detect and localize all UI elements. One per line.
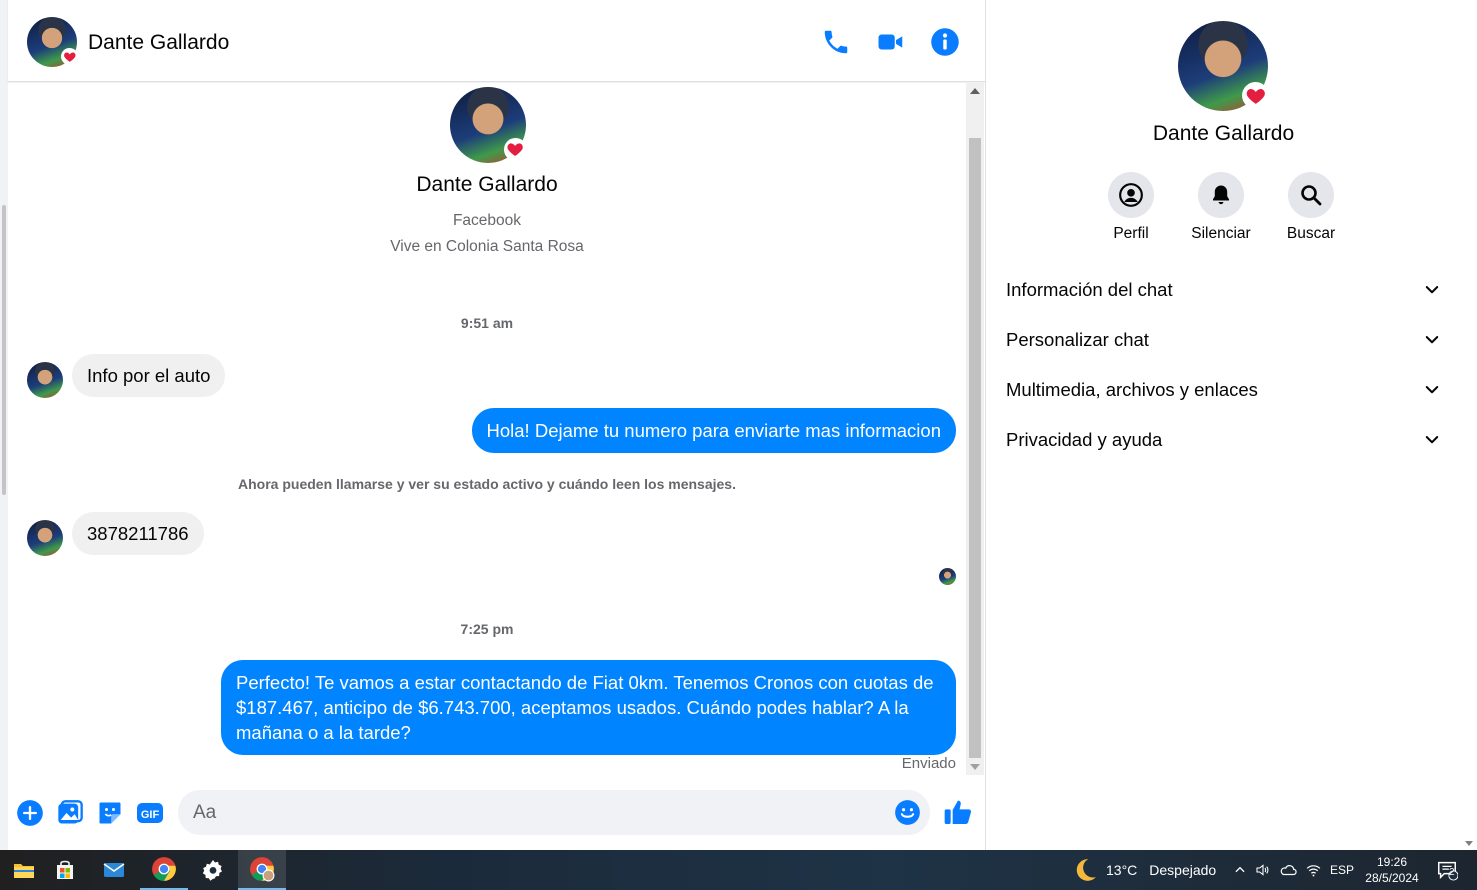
profile-label: Perfil <box>1113 225 1149 242</box>
network-wifi-icon[interactable] <box>1302 850 1324 890</box>
scroll-up-arrow-icon[interactable] <box>970 88 980 94</box>
message-scrollbar[interactable] <box>966 83 984 775</box>
chevron-down-icon <box>1425 336 1439 344</box>
chevron-down-icon <box>1425 436 1439 444</box>
svg-text:GIF: GIF <box>141 809 160 821</box>
section-privacy-help[interactable]: Privacidad y ayuda <box>1006 420 1441 460</box>
weather-desc: Despejado <box>1149 862 1217 878</box>
moon-icon <box>1076 859 1096 881</box>
info-icon[interactable] <box>930 27 960 57</box>
add-more-icon[interactable] <box>16 799 44 827</box>
volume-icon[interactable] <box>1253 850 1273 890</box>
profile-button[interactable]: Perfil <box>1086 172 1176 243</box>
onedrive-icon[interactable] <box>1277 850 1299 890</box>
section-title: Información del chat <box>1006 279 1173 300</box>
sender-avatar[interactable] <box>27 520 63 556</box>
clock-date: 28/5/2024 <box>1365 871 1419 885</box>
input-language[interactable]: ESP <box>1326 850 1358 890</box>
left-scroll-thumb[interactable] <box>2 205 6 495</box>
emoji-icon[interactable] <box>894 799 921 826</box>
sticker-icon[interactable] <box>96 799 124 827</box>
chevron-down-icon <box>1425 286 1439 294</box>
chat-header: Dante Gallardo <box>8 0 985 82</box>
section-title: Personalizar chat <box>1006 329 1149 350</box>
profile-location: Vive en Colonia Santa Rosa <box>390 238 584 255</box>
microsoft-store-icon[interactable] <box>41 850 89 890</box>
section-title: Privacidad y ayuda <box>1006 429 1163 450</box>
scroll-thumb[interactable] <box>969 138 981 758</box>
profile-icon <box>1119 183 1143 207</box>
sender-avatar[interactable] <box>27 362 63 398</box>
notification-center-icon[interactable]: 2 <box>1432 850 1462 890</box>
contact-avatar[interactable] <box>27 17 78 67</box>
page-scrollbar[interactable] <box>1461 0 1477 850</box>
contact-name[interactable]: Dante Gallardo <box>88 31 229 55</box>
sent-status: Enviado <box>901 755 956 772</box>
thumbs-up-icon[interactable] <box>942 796 974 828</box>
profile-avatar[interactable] <box>450 87 527 163</box>
heart-badge-icon <box>1242 82 1269 109</box>
chat-info-panel: Dante Gallardo Perfil Silenciar Buscar I… <box>986 0 1461 850</box>
mail-icon[interactable] <box>90 850 138 890</box>
timestamp: 7:25 pm <box>460 621 514 637</box>
video-call-icon[interactable] <box>876 27 906 57</box>
section-chat-info[interactable]: Información del chat <box>1006 270 1441 310</box>
show-hidden-icons-icon[interactable] <box>1230 850 1250 890</box>
seen-indicator-avatar <box>939 568 956 585</box>
settings-icon[interactable] <box>189 850 237 890</box>
search-icon <box>1301 185 1322 206</box>
taskbar: 13°C Despejado ESP 19:26 28/5/2024 2 <box>0 850 1477 890</box>
mute-label: Silenciar <box>1191 225 1251 242</box>
chrome-icon[interactable] <box>140 850 188 890</box>
mute-button[interactable]: Silenciar <box>1176 172 1266 243</box>
phone-call-icon[interactable] <box>821 27 851 57</box>
info-avatar[interactable] <box>1178 21 1269 111</box>
clock[interactable]: 19:26 28/5/2024 <box>1360 854 1424 886</box>
outgoing-message[interactable]: Hola! Dejame tu numero para enviarte mas… <box>471 408 956 453</box>
chrome-profile-icon[interactable] <box>238 850 286 890</box>
notification-count: 2 <box>1449 867 1455 878</box>
profile-name: Dante Gallardo <box>416 173 558 196</box>
info-name: Dante Gallardo <box>1152 122 1295 145</box>
heart-badge-icon <box>504 138 527 161</box>
incoming-message[interactable]: Info por el auto <box>72 354 226 397</box>
search-button[interactable]: Buscar <box>1266 172 1356 243</box>
messenger-window: Dante Gallardo Dante Gallardo Facebook V… <box>0 0 1477 890</box>
weather-temp: 13°C <box>1106 862 1138 878</box>
search-label: Buscar <box>1286 225 1336 242</box>
chevron-down-icon <box>1425 386 1439 394</box>
section-title: Multimedia, archivos y enlaces <box>1006 379 1258 400</box>
timestamp: 9:51 am <box>460 315 514 331</box>
incoming-message[interactable]: 3878211786 <box>72 512 204 555</box>
clock-time: 19:26 <box>1376 855 1408 869</box>
section-media-files-links[interactable]: Multimedia, archivos y enlaces <box>1006 370 1441 410</box>
message-list[interactable]: Dante Gallardo Facebook Vive en Colonia … <box>8 83 966 778</box>
composer: GIF <box>8 778 985 850</box>
gif-icon[interactable]: GIF <box>136 799 164 827</box>
attach-image-icon[interactable] <box>56 799 84 827</box>
weather-widget[interactable]: 13°C Despejado <box>1072 850 1216 890</box>
profile-source: Facebook <box>452 212 522 229</box>
outgoing-message[interactable]: Perfecto! Te vamos a estar contactando d… <box>221 660 956 755</box>
section-customize-chat[interactable]: Personalizar chat <box>1006 320 1441 360</box>
bell-icon <box>1213 185 1229 205</box>
scroll-down-arrow-icon[interactable] <box>970 764 980 770</box>
system-notice: Ahora pueden llamarse y ver su estado ac… <box>238 476 736 492</box>
scroll-down-arrow-icon[interactable] <box>1465 841 1473 846</box>
left-edge-scrollbar[interactable] <box>0 0 8 850</box>
message-input[interactable] <box>178 790 930 835</box>
heart-badge-icon <box>61 48 78 65</box>
